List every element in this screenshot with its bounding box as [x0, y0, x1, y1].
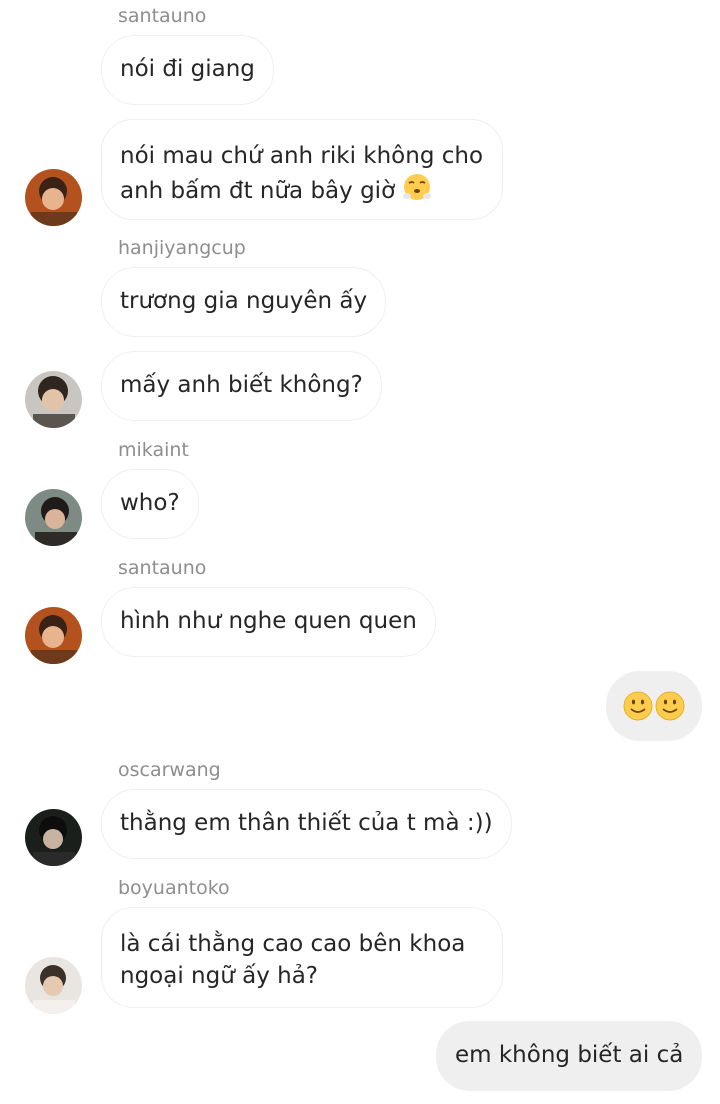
message-text: thằng em thân thiết của t mà :)) — [120, 810, 493, 836]
message-text: trương gia nguyên ấy — [120, 288, 368, 314]
message-text: who? — [120, 490, 180, 516]
self-message-bubble[interactable] — [606, 671, 702, 741]
sender-name: santauno — [118, 557, 207, 579]
sender-name: oscarwang — [118, 759, 221, 781]
message-bubble[interactable]: mấy anh biết không? — [101, 351, 382, 421]
sender-name: santauno — [118, 5, 207, 27]
chat-thread: santauno nói đi giang nói mau chứ anh ri… — [0, 0, 720, 1104]
avatar[interactable] — [25, 371, 82, 428]
message-bubble[interactable]: hình như nghe quen quen — [101, 587, 436, 657]
message-text: em không biết ai cả — [455, 1042, 684, 1068]
message-bubble[interactable]: là cái thằng cao cao bên khoa ngoại ngữ … — [101, 907, 503, 1008]
message-bubble[interactable]: nói đi giang — [101, 35, 274, 105]
steam-face-icon — [402, 172, 432, 211]
avatar[interactable] — [25, 957, 82, 1014]
message-bubble[interactable]: who? — [101, 469, 199, 539]
self-message-bubble[interactable]: em không biết ai cả — [436, 1021, 703, 1091]
sender-name: mikaint — [118, 439, 189, 461]
sender-name: boyuantoko — [118, 877, 230, 899]
message-text: nói đi giang — [120, 56, 255, 82]
sender-name: hanjiyangcup — [118, 237, 246, 259]
avatar[interactable] — [25, 489, 82, 546]
avatar[interactable] — [25, 607, 82, 664]
message-text: mấy anh biết không? — [120, 372, 363, 398]
message-bubble[interactable]: nói mau chứ anh riki không cho anh bấm đ… — [101, 119, 503, 220]
message-bubble[interactable]: thằng em thân thiết của t mà :)) — [101, 789, 512, 859]
slightly-smiling-face-icon — [623, 691, 687, 729]
message-text: là cái thằng cao cao bên khoa ngoại ngữ … — [120, 931, 466, 989]
avatar[interactable] — [25, 169, 82, 226]
avatar[interactable] — [25, 809, 82, 866]
message-bubble[interactable]: trương gia nguyên ấy — [101, 267, 387, 337]
message-text: hình như nghe quen quen — [120, 608, 417, 634]
